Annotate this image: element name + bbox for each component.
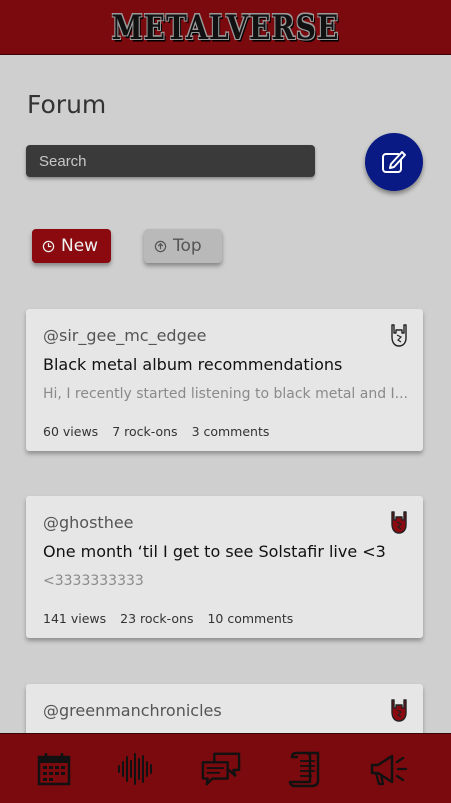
post-stats: 60 views 7 rock-ons 3 comments [43,424,269,439]
clock-icon [42,240,55,252]
post-excerpt: <3333333333 [43,573,144,589]
search-input[interactable] [26,145,315,177]
edit-icon [382,151,406,173]
rock-on-icon[interactable] [389,322,409,348]
post-comments: 10 comments [207,611,294,626]
post-rockons: 23 rock-ons [120,611,194,626]
app-logo: METALVERSE [111,7,340,47]
post-views: 60 views [43,424,99,439]
nav-announcements-button[interactable] [368,750,408,788]
nav-music-button[interactable] [116,750,156,788]
top-bar: METALVERSE [0,0,451,55]
compose-post-button[interactable] [365,133,423,191]
soundwave-icon [118,753,152,785]
post-title[interactable]: Black metal album recommendations [43,355,342,374]
bottom-nav [0,733,451,803]
chat-bubbles-icon [201,752,241,786]
rock-on-icon[interactable] [389,509,409,535]
scroll-icon [288,751,320,788]
nav-forum-button[interactable] [201,750,241,788]
megaphone-icon [370,754,408,786]
filter-new-button[interactable]: New [32,229,111,263]
post-excerpt: Hi, I recently started listening to blac… [43,386,409,402]
page-title: Forum [27,90,107,119]
post-author[interactable]: @sir_gee_mc_edgee [43,326,206,345]
post-author[interactable]: @ghosthee [43,513,134,532]
rock-on-icon[interactable] [389,697,409,723]
post-rockons: 7 rock-ons [112,424,178,439]
post-card[interactable]: @sir_gee_mc_edgee Black metal album reco… [26,309,423,451]
arrow-up-circle-icon [154,240,167,252]
filter-new-label: New [61,236,99,256]
filter-top-label: Top [173,236,202,256]
post-author[interactable]: @greenmanchronicles [43,701,222,720]
post-comments: 3 comments [191,424,270,439]
post-stats: 141 views 23 rock-ons 10 comments [43,611,293,626]
nav-events-button[interactable] [34,750,74,788]
post-views: 141 views [43,611,107,626]
filter-top-button[interactable]: Top [144,229,222,263]
calendar-icon [37,753,71,786]
post-card[interactable]: @ghosthee One month ‘til I get to see So… [26,496,423,638]
nav-articles-button[interactable] [286,750,326,788]
post-title[interactable]: One month ‘til I get to see Solstafir li… [43,542,386,561]
